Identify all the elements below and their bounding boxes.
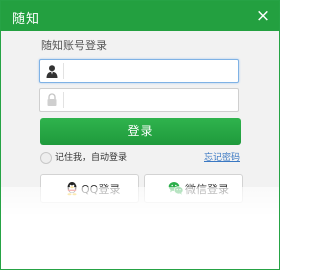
field-separator xyxy=(63,92,64,108)
window-title: 随知 xyxy=(12,12,41,27)
field-separator xyxy=(63,63,64,79)
username-input[interactable] xyxy=(67,62,232,80)
password-input[interactable] xyxy=(67,91,232,109)
forgot-password-link[interactable]: 忘记密码 xyxy=(204,152,240,164)
close-icon: × xyxy=(255,6,271,26)
bottom-fade-overlay xyxy=(1,187,279,269)
remember-me-label: 记住我，自动登录 xyxy=(55,153,128,163)
user-icon xyxy=(44,63,60,79)
login-window: 随知 × 随知账号登录 登录 记住我，自动登录 忘记密码 xyxy=(0,0,280,270)
remember-me-checkbox[interactable] xyxy=(40,152,52,164)
username-field[interactable] xyxy=(39,59,239,83)
login-button[interactable]: 登录 xyxy=(40,118,241,145)
login-heading: 随知账号登录 xyxy=(41,39,107,52)
close-button[interactable]: × xyxy=(253,6,273,26)
title-bar: 随知 × xyxy=(1,1,279,31)
lock-icon xyxy=(44,92,60,108)
password-field[interactable] xyxy=(39,88,239,112)
